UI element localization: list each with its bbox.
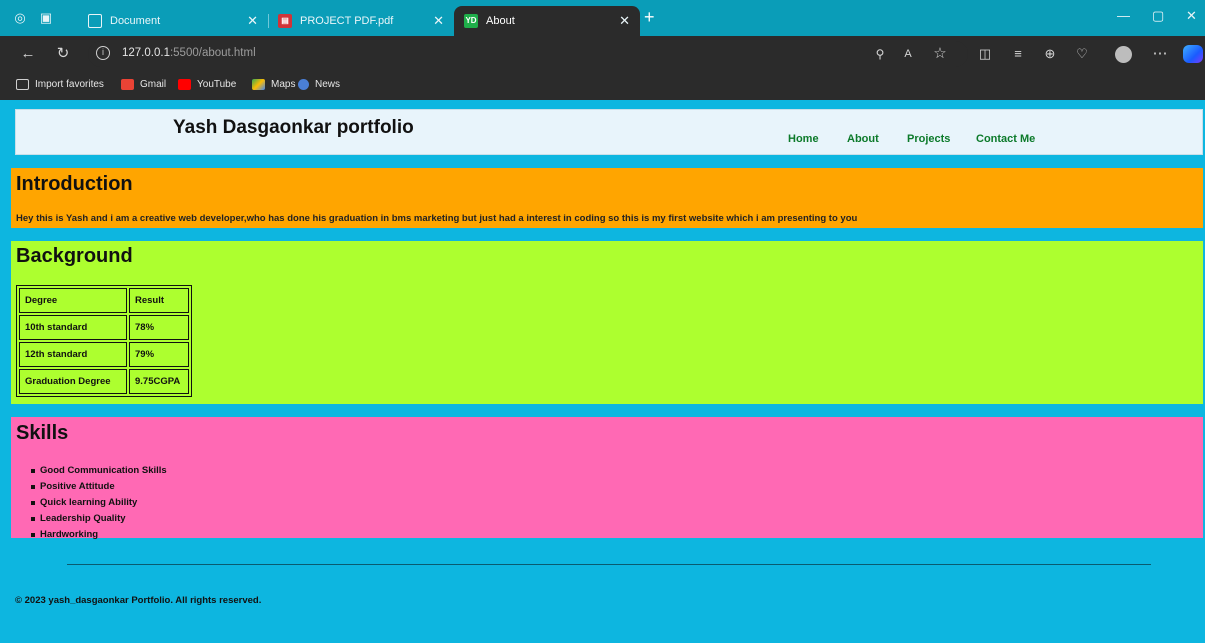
zoom-icon[interactable]: ⚲ bbox=[870, 44, 890, 64]
table-row: Degree Result bbox=[19, 288, 189, 313]
page-viewport: Yash Dasgaonkar portfolio Home About Pro… bbox=[0, 100, 1205, 643]
nav-about[interactable]: About bbox=[847, 133, 879, 145]
tab-strip: ◎ ▣ Document ✕ ▤ PROJECT PDF.pdf ✕ YD Ab… bbox=[0, 0, 1205, 36]
navigation-toolbar: ← ↻ i 127.0.0.1:5500/about.html ⚲ A ☆ ◫ … bbox=[0, 36, 1205, 72]
restore-icon[interactable]: ▢ bbox=[1152, 8, 1164, 24]
favorite-label: News bbox=[315, 79, 341, 90]
back-icon[interactable]: ← bbox=[18, 44, 38, 64]
site-title: Yash Dasgaonkar portfolio bbox=[173, 117, 414, 138]
table-cell: 10th standard bbox=[19, 315, 127, 340]
news-icon bbox=[298, 79, 309, 90]
minimize-icon[interactable]: — bbox=[1117, 8, 1130, 23]
tab-project-pdf[interactable]: ▤ PROJECT PDF.pdf ✕ bbox=[268, 6, 455, 36]
table-header-cell: Degree bbox=[19, 288, 127, 313]
close-icon[interactable]: ✕ bbox=[619, 13, 630, 29]
workspaces-icon[interactable]: ◎ bbox=[10, 8, 30, 28]
tab-about[interactable]: YD About ✕ bbox=[454, 6, 640, 36]
skills-section: Skills Good Communication Skills Positiv… bbox=[11, 417, 1203, 540]
tab-actions-icon[interactable]: ▣ bbox=[36, 8, 56, 28]
more-options-icon[interactable]: ⋯ bbox=[1150, 44, 1170, 64]
education-table: Degree Result 10th standard 78% 12th sta… bbox=[16, 285, 192, 397]
browser-essentials-icon[interactable]: ♡ bbox=[1072, 44, 1092, 64]
favorite-news[interactable]: News bbox=[298, 79, 340, 90]
list-item: Quick learning Ability bbox=[31, 495, 167, 511]
background-heading: Background bbox=[16, 245, 133, 267]
nav-home[interactable]: Home bbox=[788, 133, 819, 145]
favorite-gmail[interactable]: Gmail bbox=[121, 79, 166, 90]
tab-document[interactable]: Document ✕ bbox=[78, 6, 269, 36]
gmail-icon bbox=[121, 79, 134, 90]
introduction-heading: Introduction bbox=[16, 173, 133, 195]
favorite-import[interactable]: Import favorites bbox=[16, 79, 104, 90]
favorite-maps[interactable]: Maps bbox=[252, 79, 295, 90]
introduction-section: Introduction Hey this is Yash and i am a… bbox=[11, 168, 1203, 228]
tab-label: PROJECT PDF.pdf bbox=[300, 15, 394, 27]
close-window-icon[interactable]: ✕ bbox=[1186, 8, 1197, 24]
table-row: 10th standard 78% bbox=[19, 315, 189, 340]
tab-label: Document bbox=[110, 15, 161, 27]
read-aloud-icon[interactable]: A bbox=[898, 44, 918, 64]
favorites-list-icon[interactable]: ≡ bbox=[1008, 44, 1028, 64]
table-cell: 78% bbox=[129, 315, 189, 340]
table-row: 12th standard 79% bbox=[19, 342, 189, 367]
address-bar[interactable]: i 127.0.0.1:5500/about.html bbox=[88, 41, 968, 67]
favorite-youtube[interactable]: YouTube bbox=[178, 79, 236, 90]
split-screen-icon[interactable]: ◫ bbox=[975, 44, 995, 64]
close-icon[interactable]: ✕ bbox=[433, 13, 444, 29]
table-row: Graduation Degree 9.75CGPA bbox=[19, 369, 189, 394]
tab-label: About bbox=[486, 15, 515, 27]
table-cell: 9.75CGPA bbox=[129, 369, 189, 394]
favorite-label: Gmail bbox=[140, 79, 167, 90]
youtube-icon bbox=[178, 79, 191, 90]
favorite-star-icon[interactable]: ☆ bbox=[930, 44, 950, 64]
favorite-label: Import favorites bbox=[35, 79, 104, 90]
site-header: Yash Dasgaonkar portfolio Home About Pro… bbox=[15, 109, 1203, 155]
table-cell: 12th standard bbox=[19, 342, 127, 367]
refresh-icon[interactable]: ↻ bbox=[53, 44, 73, 64]
site-info-icon[interactable]: i bbox=[96, 46, 110, 60]
footer-text: © 2023 yash_dasgaonkar Portfolio. All ri… bbox=[15, 595, 262, 606]
list-item: Hardworking bbox=[31, 527, 167, 543]
site-favicon-icon: YD bbox=[464, 14, 478, 28]
favorites-bar: Import favorites Gmail YouTube Maps News bbox=[0, 72, 1205, 100]
introduction-text: Hey this is Yash and i am a creative web… bbox=[16, 213, 858, 224]
close-icon[interactable]: ✕ bbox=[247, 13, 258, 29]
url-text[interactable]: 127.0.0.1:5500/about.html bbox=[122, 47, 256, 59]
favorite-label: Maps bbox=[271, 79, 296, 90]
copilot-icon[interactable] bbox=[1183, 45, 1203, 63]
list-item: Positive Attitude bbox=[31, 479, 167, 495]
nav-projects[interactable]: Projects bbox=[907, 133, 950, 145]
footer-divider bbox=[67, 564, 1151, 565]
favorite-label: YouTube bbox=[197, 79, 237, 90]
collections-icon[interactable]: ⊕ bbox=[1040, 44, 1060, 64]
table-cell: 79% bbox=[129, 342, 189, 367]
table-cell: Graduation Degree bbox=[19, 369, 127, 394]
list-item: Good Communication Skills bbox=[31, 463, 167, 479]
background-section: Background Degree Result 10th standard 7… bbox=[11, 241, 1203, 404]
import-icon bbox=[16, 79, 29, 90]
skills-heading: Skills bbox=[16, 422, 69, 444]
profile-avatar[interactable] bbox=[1115, 46, 1132, 63]
pdf-icon: ▤ bbox=[278, 14, 292, 28]
maps-icon bbox=[252, 79, 265, 90]
skills-list: Good Communication Skills Positive Attit… bbox=[31, 463, 167, 543]
new-tab-icon[interactable]: + bbox=[644, 8, 655, 26]
nav-contact[interactable]: Contact Me bbox=[976, 133, 1035, 145]
table-header-cell: Result bbox=[129, 288, 189, 313]
document-icon bbox=[88, 14, 102, 28]
list-item: Leadership Quality bbox=[31, 511, 167, 527]
